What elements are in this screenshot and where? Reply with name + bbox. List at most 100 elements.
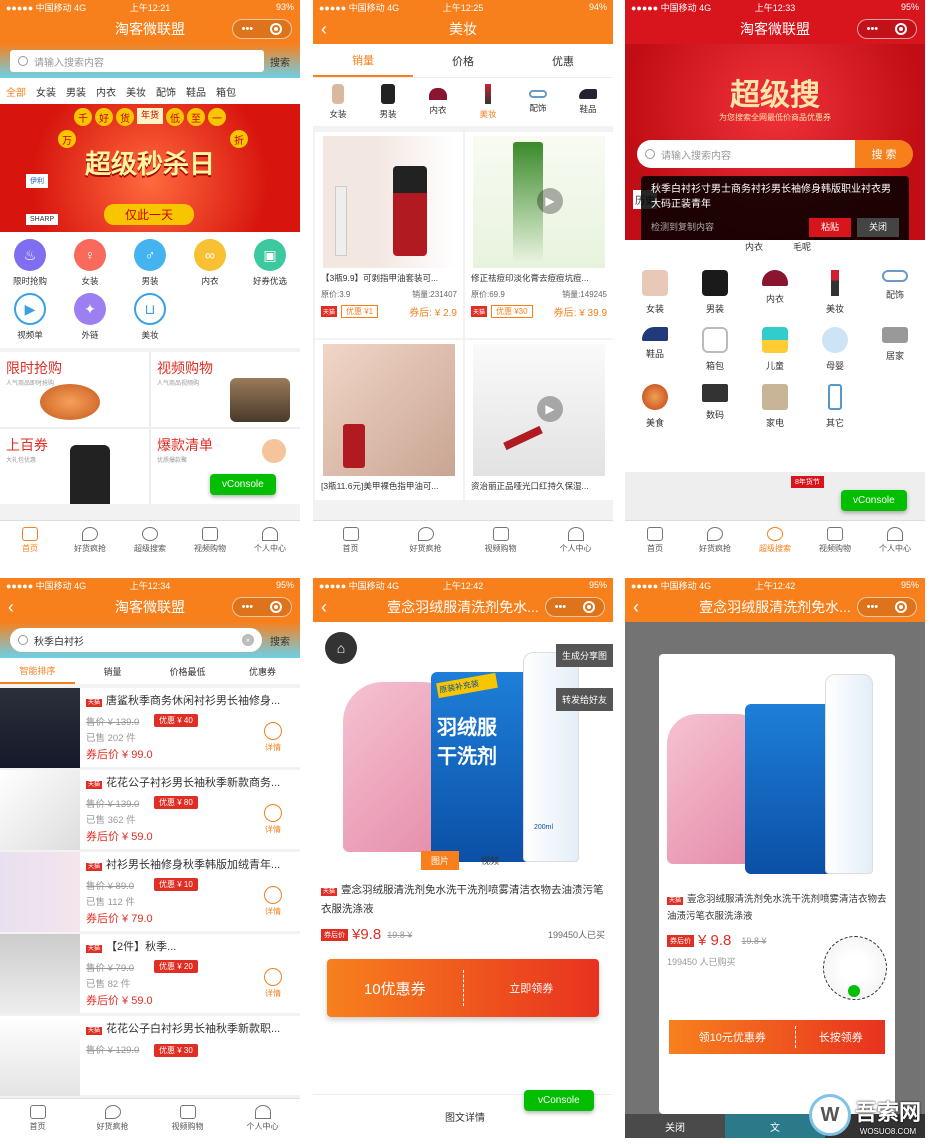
share-image-button[interactable]: 生成分享图 (555, 644, 613, 667)
tab-profile[interactable]: 个人中心 (538, 521, 613, 560)
sort-sales[interactable]: 销量 (313, 44, 413, 77)
tab-home[interactable]: 首页 (0, 521, 60, 560)
cat-men[interactable]: 男装 (363, 78, 413, 126)
sort-discount[interactable]: 优惠 (513, 44, 613, 77)
cat-item[interactable]: 美妆 (805, 270, 865, 315)
close-icon[interactable] (270, 601, 283, 613)
back-icon[interactable]: ‹ (8, 592, 14, 622)
tab-hot[interactable]: 好货疯抢 (60, 521, 120, 560)
product-card[interactable]: 【3瓶9.9】可剥指甲油套装可... 原价:3.9 销量:231407 天猫 优惠 … (315, 132, 463, 338)
cat-item[interactable]: 箱包 (685, 327, 745, 372)
cat-item[interactable]: 数码 (685, 384, 745, 429)
cat-underwear[interactable]: 内衣 (413, 78, 463, 126)
cat-item[interactable]: 鞋品 (186, 84, 206, 99)
product-card[interactable]: [3瓶11.6元]美甲裸色指甲油可... (315, 340, 463, 500)
more-icon[interactable]: ••• (242, 601, 254, 613)
tab-video[interactable]: 视频购物 (463, 521, 538, 560)
tab-hot[interactable]: 好货疯抢 (685, 521, 745, 560)
entry-women[interactable]: ♀ 女装 (60, 239, 120, 287)
paste-button[interactable]: 粘贴 (808, 218, 851, 237)
detail-button[interactable]: 详情 (264, 804, 282, 835)
tab-hot[interactable]: 好货疯抢 (388, 521, 463, 560)
detail-button[interactable]: 详情 (264, 722, 282, 753)
tab-video[interactable]: 视频购物 (150, 1099, 225, 1138)
forward-button[interactable]: 转发给好友 (555, 688, 613, 711)
list-item[interactable]: 天猫 【2件】秋季... 售价 ¥ 79.0 已售 82 件券后价 ¥ 59.0 优惠 … (0, 934, 300, 1016)
play-icon[interactable]: ▶ (537, 396, 563, 422)
more-icon[interactable]: ••• (242, 23, 254, 35)
cat-all[interactable]: 全部 (6, 84, 26, 99)
product-gallery[interactable]: ⌂ 原装补充装 羽绒服 干洗剂 200ml 生成分享图 转发给好友 图片 视频 (313, 622, 613, 876)
cat-item[interactable]: 其它 (805, 384, 865, 429)
entry-video[interactable]: ▶ 视频单 (0, 293, 60, 341)
cat-item[interactable]: 配饰 (865, 270, 925, 315)
cat-item[interactable]: 男装 (685, 270, 745, 315)
cat-item[interactable]: 家电 (745, 384, 805, 429)
search-button[interactable]: 搜索 (270, 54, 290, 69)
tab-search[interactable]: 超级搜索 (120, 521, 180, 560)
qr-code[interactable] (823, 936, 887, 1000)
entry-external[interactable]: ✦ 外链 (60, 293, 120, 341)
cat-item[interactable]: 箱包 (216, 84, 236, 99)
cat-item[interactable]: 男装 (66, 84, 86, 99)
product-card[interactable]: ▶ 修正祛痘印淡化膏去痘痘坑痘... 原价:69.9 销量:149245 天猫 优惠… (465, 132, 613, 338)
tab-home[interactable]: 首页 (0, 1099, 75, 1138)
more-icon[interactable]: ••• (555, 601, 567, 613)
vconsole-button[interactable]: vConsole (524, 1090, 594, 1111)
vconsole-button[interactable]: vConsole (841, 490, 907, 511)
promo-flash[interactable]: 限时抢购 人气商品即时抢购 (0, 352, 149, 427)
cat-item[interactable]: 内衣 (745, 270, 805, 315)
entry-beauty[interactable]: ⊔ 美妆 (120, 293, 180, 341)
history-item[interactable]: 内衣 (745, 240, 763, 258)
history-item[interactable]: 毛呢 (793, 240, 811, 258)
tab-video[interactable]: 视频购物 (180, 521, 240, 560)
coupon-banner[interactable]: 10优惠券 立即领券 (327, 959, 599, 1017)
close-icon[interactable] (583, 601, 596, 613)
modal-coupon-bar[interactable]: 领10元优惠券 长按领券 (669, 1020, 885, 1054)
cat-item[interactable]: 鞋品 (625, 327, 685, 372)
list-item[interactable]: 天猫 花花公子白衬衫男长袖秋季新款职... 售价 ¥ 129.0 优惠 ¥ 30 (0, 1016, 300, 1098)
tab-profile[interactable]: 个人中心 (225, 1099, 300, 1138)
close-popup-button[interactable]: 关闭 (856, 218, 899, 237)
tab-hot[interactable]: 好货疯抢 (75, 1099, 150, 1138)
cat-item[interactable]: 儿童 (745, 327, 805, 372)
cat-item[interactable]: 母婴 (805, 327, 865, 372)
promo-video[interactable]: 视频购物 人气商品视频购 (151, 352, 300, 427)
sort-coupon[interactable]: 优惠券 (225, 658, 300, 684)
close-icon[interactable] (270, 23, 283, 35)
cat-women[interactable]: 女装 (313, 78, 363, 126)
back-icon[interactable]: ‹ (321, 592, 327, 622)
cat-item[interactable]: 女装 (625, 270, 685, 315)
cat-item[interactable]: 美妆 (126, 84, 146, 99)
media-image-tab[interactable]: 图片 (421, 851, 460, 870)
tab-profile[interactable]: 个人中心 (865, 521, 925, 560)
more-icon[interactable]: ••• (867, 23, 879, 35)
list-item[interactable]: 天猫 唐鲨秋季商务休闲衬衫男长袖修身... 售价 ¥ 139.0 已售 202 件券后… (0, 688, 300, 770)
cat-item[interactable]: 配饰 (156, 84, 176, 99)
entry-flash-sale[interactable]: ♨ 限时抢购 (0, 239, 60, 287)
list-item[interactable]: 天猫 花花公子衬衫男长袖秋季新款商务... 售价 ¥ 139.0 已售 362 件券后… (0, 770, 300, 852)
close-icon[interactable] (895, 23, 908, 35)
capsule-menu[interactable]: ••• (857, 597, 917, 617)
entry-coupons[interactable]: ▣ 好券优选 (240, 239, 300, 287)
long-press-button[interactable]: 长按领券 (796, 1029, 885, 1045)
banner[interactable]: 千 好 货 年货 低 至 一 万 折 超级秒杀日 仅此一天 伊利 SHARP (0, 104, 300, 232)
sort-sales[interactable]: 销量 (75, 658, 150, 684)
detail-tab[interactable]: 图文详情 (445, 1109, 485, 1124)
search-input[interactable]: 请输入搜索内容 (10, 50, 264, 72)
tab-video[interactable]: 视频购物 (805, 521, 865, 560)
tab-home[interactable]: 首页 (313, 521, 388, 560)
search-input[interactable]: 请输入搜索内容 (637, 140, 855, 168)
entry-underwear[interactable]: ∞ 内衣 (180, 239, 240, 287)
close-button[interactable]: 关闭 (625, 1114, 725, 1138)
cat-beauty[interactable]: 美妆 (463, 78, 513, 126)
get-coupon-button[interactable]: 立即领券 (464, 980, 600, 996)
search-input[interactable]: 秋季白衬衫 × (10, 628, 262, 652)
sort-price[interactable]: 价格 (413, 44, 513, 77)
search-button[interactable]: 搜索 (270, 633, 290, 648)
cat-accessories[interactable]: 配饰 (513, 78, 563, 126)
list-item[interactable]: 天猫 衬衫男长袖修身秋季韩版加绒青年... 售价 ¥ 89.0 已售 112 件券后价… (0, 852, 300, 934)
get-coupon-button[interactable]: 领10元优惠券 (669, 1029, 795, 1045)
tab-home[interactable]: 首页 (625, 521, 685, 560)
tab-search[interactable]: 超级搜索 (745, 521, 805, 560)
